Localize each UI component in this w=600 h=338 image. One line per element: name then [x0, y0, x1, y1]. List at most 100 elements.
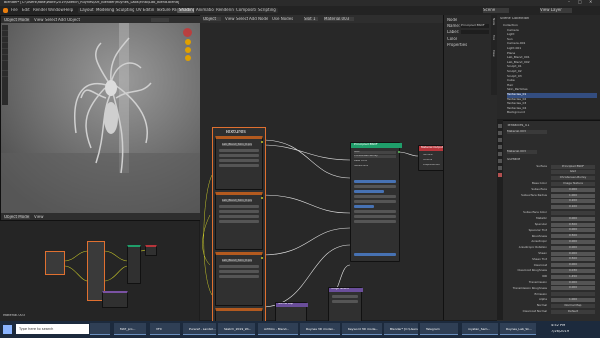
tab-scripting[interactable]: Scripting — [256, 8, 278, 13]
name-field[interactable]: Principled BSDF — [461, 24, 489, 28]
prop-value[interactable]: 0.000 — [551, 280, 595, 285]
tex3-row[interactable] — [219, 265, 259, 268]
tex2-row[interactable] — [219, 215, 259, 218]
prop-value[interactable]: 0.200 — [551, 199, 595, 204]
prop-value[interactable]: 0.000 — [551, 187, 595, 192]
transform-icon[interactable] — [2, 55, 8, 61]
prop-value[interactable]: 0.000 — [551, 286, 595, 291]
windows-start-icon[interactable] — [3, 325, 12, 334]
taskbar-app[interactable]: VFX — [150, 323, 180, 335]
prop-value[interactable]: 0.030 — [551, 268, 595, 273]
bsdf-transmission-field[interactable] — [354, 220, 396, 223]
taskbar-app[interactable]: Ruynes_Lab_Sk... — [500, 323, 536, 335]
tex2-row[interactable] — [219, 210, 259, 213]
tex3-row[interactable] — [219, 270, 259, 273]
prop-value[interactable]: 0.000 — [551, 245, 595, 250]
tab-modeling[interactable]: Modeling — [94, 8, 117, 13]
footer-menu-view[interactable]: View — [34, 215, 44, 219]
label-field[interactable] — [461, 30, 489, 34]
close-button[interactable]: ✕ — [589, 0, 592, 4]
sidebar-tab-tool[interactable]: Tool — [492, 35, 495, 40]
prop-value[interactable]: 0.100 — [551, 205, 595, 210]
mini-output-node[interactable] — [145, 245, 157, 256]
taskbar-app[interactable]: roystan_Sam... — [462, 323, 498, 335]
prop-value[interactable]: 1.000 — [551, 297, 595, 302]
menu-render[interactable]: Render — [33, 8, 47, 12]
bsdf-subsurface-method[interactable]: Christensen-Burley — [354, 155, 396, 158]
viewport-menu-select[interactable]: Select — [45, 18, 57, 22]
taskbar-app[interactable]: Pureref - Landst... — [183, 323, 216, 335]
bsdf-sheen-tint-field[interactable] — [354, 205, 374, 208]
props-material-name[interactable]: Material.003 — [507, 150, 537, 154]
taskbar-app[interactable]: Artfolio - Blend... — [258, 323, 298, 335]
scene-tab-icon[interactable] — [498, 145, 502, 149]
bsdf-output-socket[interactable] — [398, 151, 400, 153]
taskbar-app[interactable] — [90, 323, 110, 335]
prop-value[interactable]: Principled BSDF — [551, 164, 595, 169]
taskbar-app[interactable]: Sketch_2019_Wi... — [218, 323, 255, 335]
mini-extra-node[interactable] — [102, 291, 128, 308]
bsdf-roughness-field[interactable] — [354, 190, 384, 193]
menu-file[interactable]: File — [11, 8, 18, 12]
menu-window[interactable]: Window — [48, 8, 64, 12]
modifier-tab-icon[interactable] — [498, 166, 502, 170]
camera-view-icon[interactable] — [185, 55, 191, 61]
viewport-menu-add[interactable]: Add — [58, 18, 66, 22]
view-layer-selector[interactable]: View Layer — [540, 8, 572, 13]
maximize-button[interactable]: □ — [578, 0, 582, 4]
tex2-row[interactable] — [219, 205, 259, 208]
bsdf-clearcoat-field[interactable] — [354, 210, 396, 213]
properties-section[interactable]: Properties — [447, 43, 467, 47]
bsdf-sheen-field[interactable] — [354, 200, 396, 203]
outliner[interactable]: Scene Collection Collection Camera Light Su… — [497, 15, 600, 119]
prop-value[interactable]: GGX — [551, 170, 595, 175]
tex3-row[interactable] — [219, 275, 259, 278]
texture-file-3[interactable]: Lab_Blend_Skin_0.png — [222, 259, 252, 262]
prop-value[interactable]: Christensen-Burley — [551, 176, 595, 181]
properties-editor[interactable]: Tentacles_01 Material.003 Material.003 S… — [497, 120, 600, 321]
prop-value[interactable]: 1.000 — [551, 193, 595, 198]
mode-selector[interactable]: Object Mode — [4, 18, 30, 22]
mini-frame-1[interactable] — [45, 251, 65, 275]
taskbar-app[interactable]: Blender* [C:\Users... — [384, 323, 418, 335]
tex1-row[interactable] — [219, 149, 259, 152]
extra-field[interactable] — [332, 295, 358, 298]
zoom-icon[interactable] — [185, 39, 191, 45]
prop-value[interactable]: Default — [551, 309, 595, 314]
texture-file-2[interactable]: Lab_Blend_Skin_0.png — [222, 199, 252, 202]
taskbar-search[interactable]: Type here to search — [16, 324, 89, 334]
output-tab-icon[interactable] — [498, 138, 502, 142]
3d-viewport[interactable]: Object Mode View Select Add Object Objec… — [0, 15, 201, 221]
world-tab-icon[interactable] — [498, 152, 502, 156]
shader-node-editor[interactable]: Object View Select Add Node Use Nodes Sl… — [200, 15, 446, 324]
bsdf-alpha-field[interactable] — [354, 253, 396, 256]
compositor-node-editor[interactable]: Material.003 — [0, 220, 199, 321]
prop-value[interactable]: 0.000 — [551, 251, 595, 256]
tex1-row[interactable] — [219, 164, 259, 167]
pan-icon[interactable] — [185, 47, 191, 53]
tex2-row[interactable] — [219, 220, 259, 223]
taskbar-app[interactable]: Telegram — [420, 323, 458, 335]
bsdf-specular-field[interactable] — [354, 185, 396, 188]
object-tab-icon[interactable] — [498, 159, 502, 163]
extra-image-node[interactable]: Image Texture — [328, 287, 363, 322]
scene-selector[interactable]: Scene — [483, 8, 509, 13]
measure-icon[interactable] — [2, 71, 8, 77]
prop-value[interactable]: Normal Map — [551, 303, 595, 308]
minimize-button[interactable]: – — [568, 0, 570, 4]
prop-value[interactable]: 0.500 — [551, 234, 595, 239]
menu-edit[interactable]: Edit — [22, 8, 30, 12]
props-material-slot[interactable]: Material.003 — [507, 130, 547, 134]
navigation-gizmo[interactable] — [181, 28, 195, 68]
prop-value[interactable]: Image Texture — [551, 181, 595, 186]
bsdf-ior-field[interactable] — [354, 215, 396, 218]
sidebar-tab-view[interactable]: View — [492, 50, 495, 57]
bsdf-metallic-field[interactable] — [354, 180, 396, 183]
taskbar-app[interactable]: MAT_pro... — [114, 323, 146, 335]
sidebar-section-node[interactable]: Node — [447, 18, 457, 22]
shading-buttons[interactable] — [151, 18, 169, 22]
prop-value[interactable]: 0.000 — [551, 228, 595, 233]
bsdf-anisotropic-field[interactable] — [354, 195, 396, 198]
material-output-node[interactable]: Material Output Surface Volume Displacem… — [418, 145, 446, 171]
textures-frame[interactable]: Textures Lab_Blend_Skin_0.png Lab_Blend_… — [212, 127, 266, 324]
